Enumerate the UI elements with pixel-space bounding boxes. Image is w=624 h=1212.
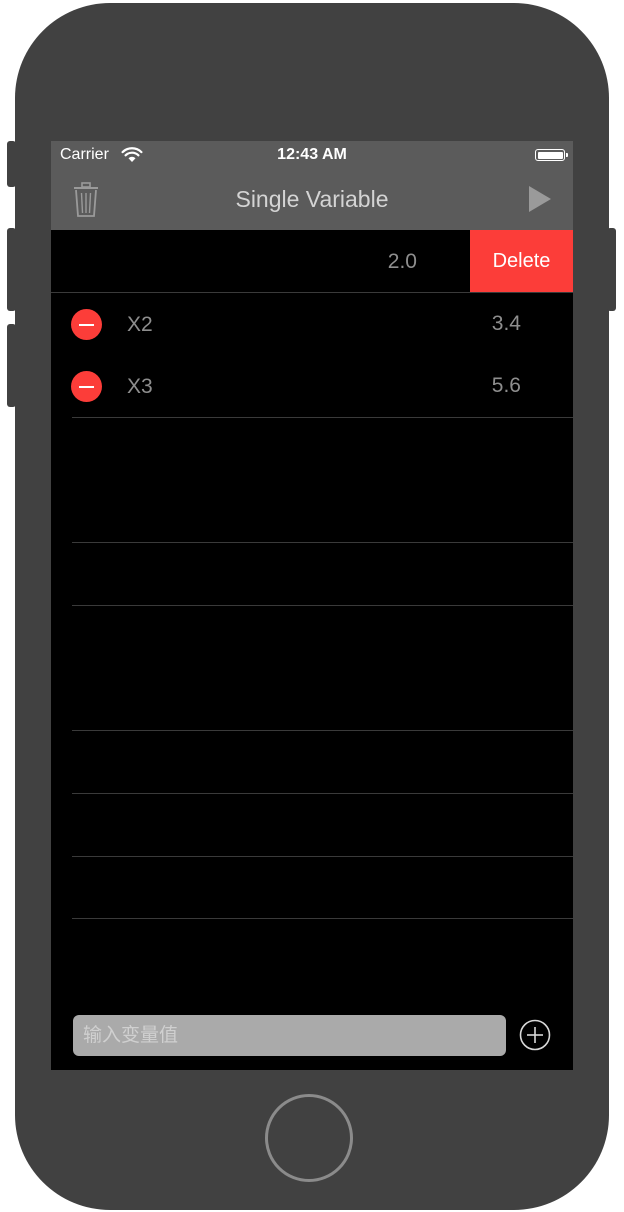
delete-minus-icon[interactable] (71, 371, 102, 402)
play-icon[interactable] (527, 185, 553, 213)
value-input[interactable]: 输入变量值 (73, 1015, 506, 1056)
row-label: X2 (127, 313, 153, 336)
app-screen: Carrier 12:43 AM Single Variable 2.0 Del… (51, 141, 573, 1070)
navigation-bar: Single Variable (51, 169, 573, 230)
status-bar: Carrier 12:43 AM (51, 141, 573, 169)
row-separator (72, 918, 573, 919)
home-button[interactable] (265, 1094, 353, 1182)
row-value: 3.4 (491, 312, 521, 335)
row-separator (72, 417, 573, 418)
table-row[interactable]: X2 3.4 (51, 293, 573, 355)
volume-up-button (7, 228, 16, 311)
power-button (607, 228, 616, 311)
mute-switch (7, 141, 16, 187)
row-separator (72, 793, 573, 794)
delete-minus-icon[interactable] (71, 309, 102, 340)
row-separator (72, 605, 573, 606)
row-value: 5.6 (491, 374, 521, 397)
delete-button[interactable]: Delete (470, 230, 573, 292)
table-row[interactable]: X3 5.6 (51, 355, 573, 417)
table-row-swiped[interactable]: 2.0 Delete (51, 230, 573, 293)
battery-icon (535, 149, 568, 161)
row-value: 2.0 (387, 250, 417, 273)
row-separator (72, 730, 573, 731)
status-time: 12:43 AM (277, 146, 347, 163)
volume-down-button (7, 324, 16, 407)
row-label: X3 (127, 375, 153, 398)
page-title: Single Variable (235, 186, 389, 212)
row-separator (72, 856, 573, 857)
row-separator (72, 542, 573, 543)
plus-circle-icon[interactable] (519, 1019, 551, 1051)
